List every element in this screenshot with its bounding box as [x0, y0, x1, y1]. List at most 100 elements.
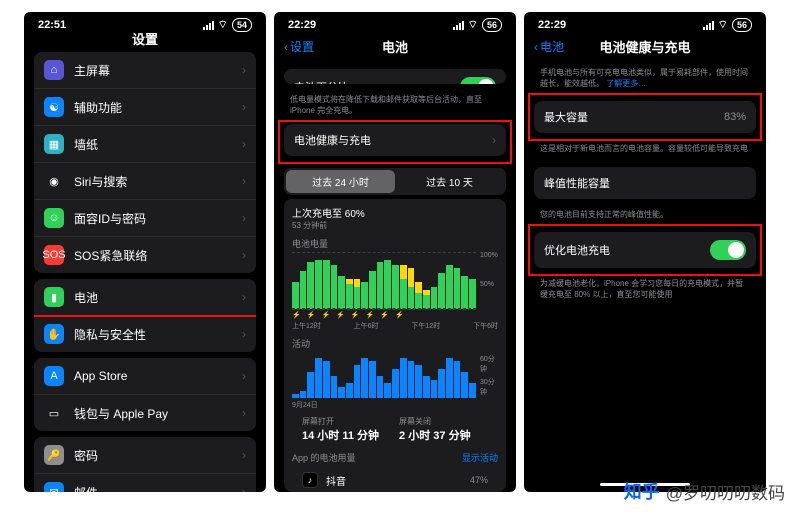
- status-bar: 22:29 ⌔ 56: [524, 12, 766, 34]
- signal-icon: [203, 21, 214, 30]
- battery-indicator: 56: [732, 18, 752, 32]
- settings-row-siri[interactable]: ◉Siri与搜索›: [34, 163, 256, 200]
- max-capacity-row[interactable]: 最大容量 83%: [534, 101, 756, 133]
- optimized-charging-toggle[interactable]: [710, 240, 746, 260]
- row-label: App Store: [74, 369, 232, 383]
- app-usage-label: App 的电池用量: [292, 451, 356, 464]
- nav-header: ‹ 电池 电池健康与充电: [524, 34, 766, 63]
- watermark-handle: @罗叨叨叨数码: [666, 479, 785, 504]
- row-label: 隐私与安全性: [74, 326, 232, 343]
- y-ticks: 100% 50%: [478, 252, 500, 310]
- battery-level-chart: [292, 252, 476, 310]
- app-name: 抖音: [326, 473, 346, 488]
- siri-icon: ◉: [44, 171, 64, 191]
- row-label: 优化电池充电: [544, 242, 700, 258]
- wifi-icon: ⌔: [218, 18, 228, 32]
- row-label: 密码: [74, 447, 232, 464]
- watermark: 知乎 @罗叨叨叨数码: [624, 478, 785, 504]
- chevron-right-icon: ›: [242, 100, 246, 114]
- settings-row-mail[interactable]: ✉邮件›: [34, 474, 256, 492]
- back-button[interactable]: ‹ 电池: [534, 38, 564, 55]
- chevron-right-icon: ›: [242, 63, 246, 77]
- x-ticks: 上午12时 上午6时 下午12时 下午6时: [292, 321, 498, 331]
- battery-indicator: 54: [232, 18, 252, 32]
- chevron-right-icon: ›: [242, 327, 246, 341]
- last-charge-sub: 53 分钟前: [292, 220, 498, 231]
- zhihu-logo: 知乎: [624, 478, 660, 504]
- wallpaper-icon: ▦: [44, 134, 64, 154]
- time-range-segmented[interactable]: 过去 24 小时 过去 10 天: [284, 168, 506, 195]
- row-label: 邮件: [74, 484, 232, 493]
- settings-row-accessibility[interactable]: ☯ 辅助功能 ›: [34, 89, 256, 126]
- seg-10d[interactable]: 过去 10 天: [395, 170, 504, 193]
- row-label: 钱包与 Apple Pay: [74, 405, 232, 422]
- chevron-right-icon: ›: [242, 290, 246, 304]
- chevron-right-icon: ›: [242, 211, 246, 225]
- faceid-icon: ☺: [44, 208, 64, 228]
- douyin-icon: ♪: [302, 472, 318, 488]
- settings-row-home[interactable]: ⌂ 主屏幕 ›: [34, 52, 256, 89]
- intro-note: 手机电池与所有可充电电池类似，属于易耗部件，使用时间越长，能效越低。 了解更多…: [524, 63, 766, 95]
- activity-chart: [292, 352, 476, 398]
- settings-row-appstore[interactable]: A App Store ›: [34, 358, 256, 395]
- stat-screen-off: 屏幕关闭 2 小时 37 分钟: [399, 416, 471, 443]
- peak-performance-row[interactable]: 峰值性能容量: [534, 167, 756, 199]
- seg-24h[interactable]: 过去 24 小时: [286, 170, 395, 193]
- row-label: 主屏幕: [74, 62, 232, 79]
- stat-screen-on: 屏幕打开 14 小时 11 分钟: [302, 416, 379, 443]
- screen-battery: 22:29 ⌔ 56 ‹ 设置 电池 电池百分比 低电量模式 低电量模式将在降低…: [274, 12, 516, 492]
- settings-row-privacy[interactable]: ✋ 隐私与安全性 ›: [34, 316, 256, 352]
- peak-note: 您的电池目前支持正常的峰值性能。: [524, 205, 766, 226]
- appstore-icon: A: [44, 366, 64, 386]
- activity-chart-label: 活动: [292, 337, 498, 350]
- row-label: 电池: [74, 289, 232, 306]
- settings-row-battery[interactable]: ▮ 电池 ›: [34, 279, 256, 316]
- privacy-icon: ✋: [44, 324, 64, 344]
- battery-health-row[interactable]: 电池健康与充电 ›: [284, 124, 506, 156]
- activity-y-ticks: 60分钟 30分钟: [478, 352, 500, 398]
- row-label: 面容ID与密码: [74, 210, 232, 227]
- last-charge-title: 上次充电至 60%: [292, 205, 498, 220]
- row-label: 墙纸: [74, 136, 232, 153]
- chevron-right-icon: ›: [242, 369, 246, 383]
- charge-indicators: ⚡⚡⚡⚡⚡⚡⚡⚡: [292, 310, 498, 319]
- battery-pct-toggle[interactable]: [460, 77, 496, 84]
- chevron-right-icon: ›: [242, 174, 246, 188]
- settings-list[interactable]: ⌂主屏幕›☯辅助功能›▦墙纸›◉Siri与搜索›☺面容ID与密码›SOSSOS紧…: [24, 46, 266, 492]
- low-power-footnote: 低电量模式将在降低下载和邮件获取等后台活动，直至 iPhone 完全充电。: [274, 90, 516, 122]
- nav-header: 设置: [24, 34, 266, 46]
- status-bar: 22:51 ⌔ 54: [24, 12, 266, 34]
- settings-row-sos[interactable]: SOS SOS紧急联络 ›: [34, 237, 256, 273]
- wifi-icon: ⌔: [718, 18, 728, 32]
- home-icon: ⌂: [44, 60, 64, 80]
- learn-more-link[interactable]: 了解更多…: [606, 79, 646, 88]
- sos-icon: SOS: [44, 245, 64, 265]
- battery-indicator: 56: [482, 18, 502, 32]
- accessibility-icon: ☯: [44, 97, 64, 117]
- usage-stats: 屏幕打开 14 小时 11 分钟 屏幕关闭 2 小时 37 分钟: [292, 410, 498, 443]
- app-usage-row[interactable]: ♪ 抖音 47%: [292, 464, 498, 488]
- signal-icon: [703, 21, 714, 30]
- row-label: SOS紧急联络: [74, 247, 232, 264]
- battery-icon: ▮: [44, 287, 64, 307]
- settings-row-faceid[interactable]: ☺ 面容ID与密码 ›: [34, 200, 256, 237]
- battery-percentage-row[interactable]: 电池百分比: [284, 69, 506, 84]
- optimized-charging-row[interactable]: 优化电池充电: [534, 232, 756, 268]
- app-pct: 47%: [470, 475, 488, 485]
- nav-header: ‹ 设置 电池: [274, 34, 516, 63]
- back-button[interactable]: ‹ 设置: [284, 38, 314, 55]
- screen-settings: 22:51 ⌔ 54 设置 ⌂主屏幕›☯辅助功能›▦墙纸›◉Siri与搜索›☺面…: [24, 12, 266, 492]
- chevron-right-icon: ›: [492, 133, 496, 147]
- settings-row-wallpaper[interactable]: ▦墙纸›: [34, 126, 256, 163]
- opt-note: 为减缓电池老化，iPhone 会学习您每日的充电模式，并暂缓充电至 80% 以上…: [524, 274, 766, 306]
- settings-row-passwords[interactable]: 🔑密码›: [34, 437, 256, 474]
- status-time: 22:51: [38, 19, 66, 31]
- chevron-right-icon: ›: [242, 248, 246, 262]
- settings-row-wallet[interactable]: ▭钱包与 Apple Pay›: [34, 395, 256, 431]
- show-activity-link[interactable]: 显示活动: [462, 451, 498, 464]
- chevron-right-icon: ›: [242, 448, 246, 462]
- level-chart-label: 电池电量: [292, 237, 498, 250]
- screen-battery-health: 22:29 ⌔ 56 ‹ 电池 电池健康与充电 手机电池与所有可充电电池类似，属…: [524, 12, 766, 492]
- row-label: 辅助功能: [74, 99, 232, 116]
- row-label: 最大容量: [544, 109, 714, 125]
